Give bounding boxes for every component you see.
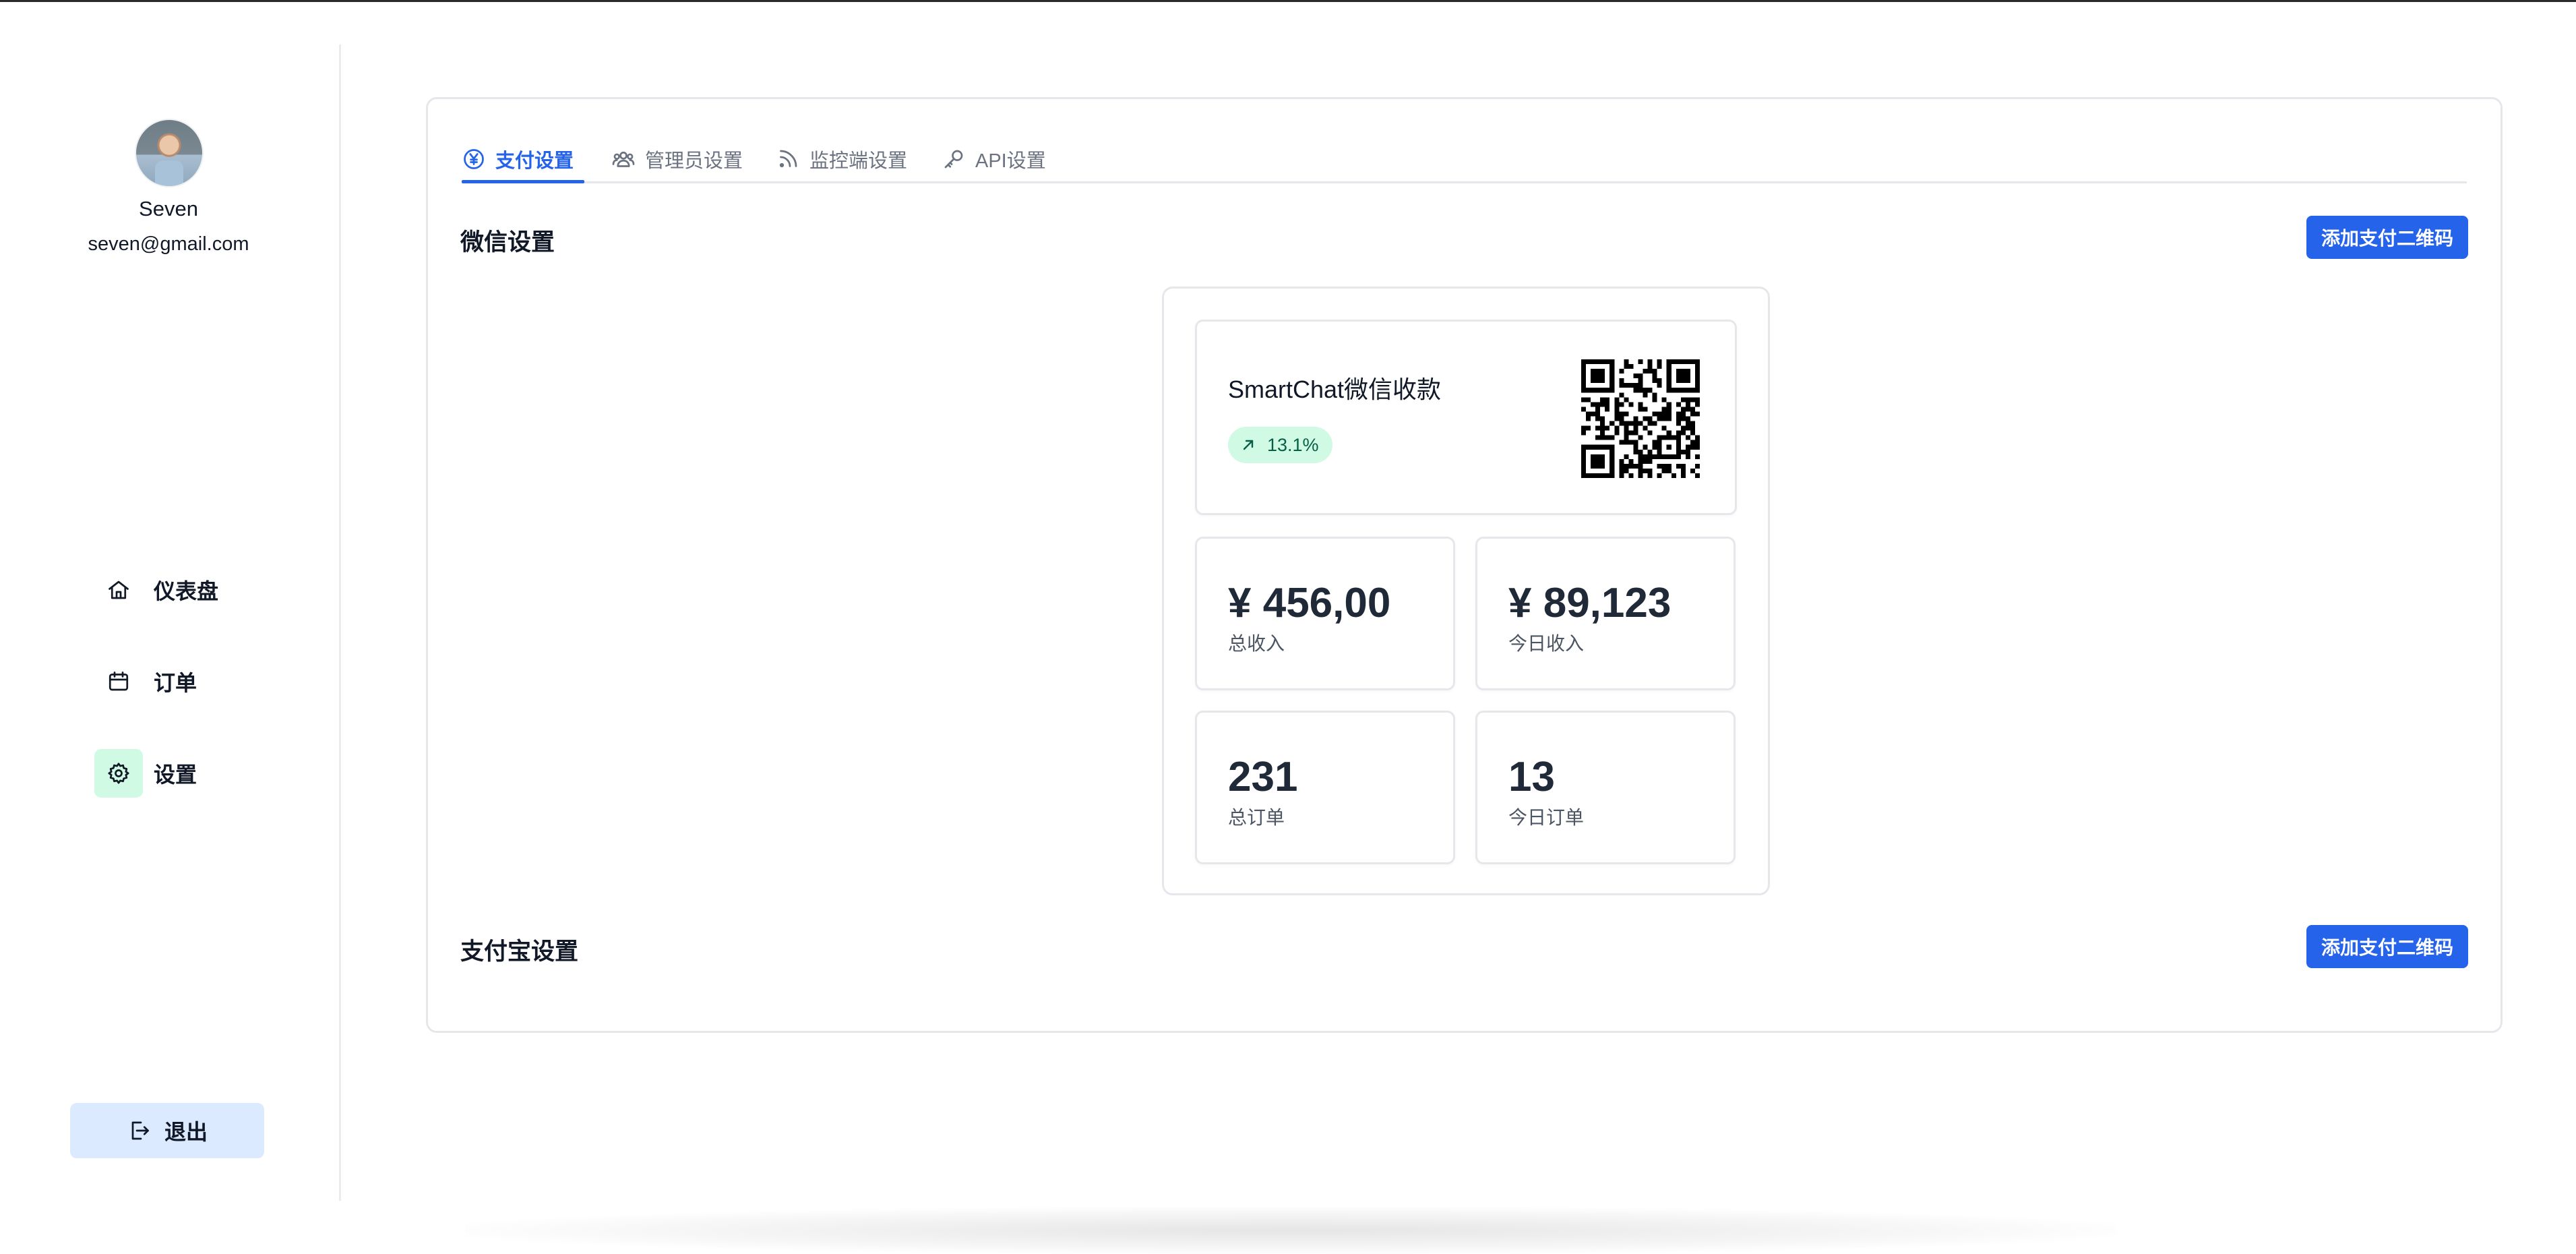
sidebar-divider xyxy=(339,44,341,1201)
home-icon xyxy=(94,566,143,614)
sidebar-item-settings[interactable]: 设置 xyxy=(94,748,297,798)
sidebar-item-label: 订单 xyxy=(154,671,197,695)
window-top-border xyxy=(0,0,2576,2)
user-email: seven@gmail.com xyxy=(88,233,249,255)
calendar-icon xyxy=(94,657,143,706)
stat-value: ¥ 89,123 xyxy=(1508,580,1672,626)
tab-bar: 支付设置 管理员设置 监控端设置 API设置 xyxy=(462,137,2467,183)
tab-label: 管理员设置 xyxy=(645,150,743,172)
dock-shadow xyxy=(465,1207,2116,1254)
trend-badge: 13.1% xyxy=(1228,427,1332,463)
sidebar-item-label: 设置 xyxy=(154,763,197,787)
tab-admin-settings[interactable]: 管理员设置 xyxy=(611,137,743,181)
wechat-payment-panel: SmartChat微信收款 13.1% ¥ 456,00 总收入 ¥ 89,12… xyxy=(1162,287,1770,895)
user-name: Seven xyxy=(139,197,198,220)
logout-label: 退出 xyxy=(164,1120,208,1144)
stat-label: 总收入 xyxy=(1228,633,1285,654)
yen-icon xyxy=(464,149,484,169)
tab-label: 支付设置 xyxy=(495,150,574,172)
users-icon xyxy=(612,151,635,167)
tab-label: 监控端设置 xyxy=(809,150,908,172)
sidebar-item-label: 仪表盘 xyxy=(154,579,219,603)
stat-value: 13 xyxy=(1508,754,1555,800)
tab-label: API设置 xyxy=(975,150,1046,172)
sidebar-item-orders[interactable]: 订单 xyxy=(94,657,297,707)
today-orders-card: 13 今日订单 xyxy=(1475,711,1736,864)
stat-label: 今日订单 xyxy=(1508,807,1585,828)
tab-api-settings[interactable]: API设置 xyxy=(942,137,1046,181)
rss-icon xyxy=(779,150,797,168)
stat-value: ¥ 456,00 xyxy=(1228,580,1391,626)
settings-card: 支付设置 管理员设置 监控端设置 API设置 微信设置 添加支付二维码 Smar… xyxy=(426,97,2503,1033)
wechat-qr-card: SmartChat微信收款 13.1% xyxy=(1195,320,1737,515)
tab-monitor-settings[interactable]: 监控端设置 xyxy=(776,137,907,181)
logout-button[interactable]: 退出 xyxy=(70,1103,264,1158)
gear-icon xyxy=(94,749,143,798)
stat-label: 今日收入 xyxy=(1508,633,1585,654)
wechat-section-title: 微信设置 xyxy=(460,229,555,256)
stat-value: 231 xyxy=(1228,754,1298,800)
key-icon xyxy=(944,150,963,169)
tab-payment-settings[interactable]: 支付设置 xyxy=(462,137,584,183)
logout-icon xyxy=(131,1121,149,1140)
today-income-card: ¥ 89,123 今日收入 xyxy=(1475,537,1736,690)
avatar[interactable] xyxy=(135,119,204,187)
stat-label: 总订单 xyxy=(1228,807,1285,828)
total-orders-card: 231 总订单 xyxy=(1195,711,1455,864)
alipay-section-title: 支付宝设置 xyxy=(460,938,579,965)
add-wechat-qr-button[interactable]: 添加支付二维码 xyxy=(2306,216,2468,259)
arrow-up-right-icon xyxy=(1243,440,1254,450)
qr-card-title: SmartChat微信收款 xyxy=(1228,376,1442,403)
trend-value: 13.1% xyxy=(1267,434,1319,455)
total-income-card: ¥ 456,00 总收入 xyxy=(1195,537,1455,690)
add-alipay-qr-button[interactable]: 添加支付二维码 xyxy=(2306,925,2468,968)
qr-code-image[interactable] xyxy=(1581,359,1700,478)
sidebar-item-dashboard[interactable]: 仪表盘 xyxy=(94,565,297,615)
sidebar: Seven seven@gmail.com 仪表盘 订单 设置 退出 xyxy=(0,0,340,1246)
